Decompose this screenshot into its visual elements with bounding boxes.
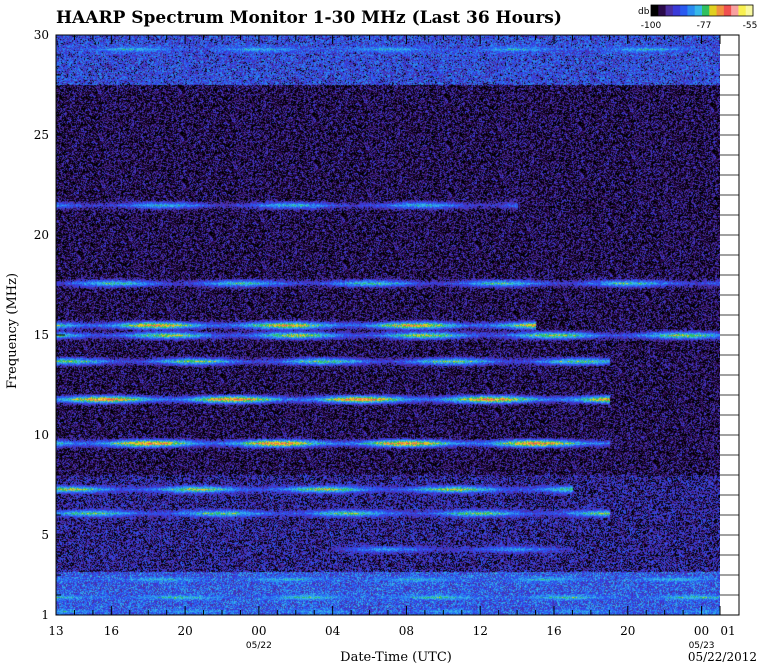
colorbar-swatch [665,5,674,16]
x-tick-label: 20 [620,624,635,638]
x-tick-label: 00 [694,624,709,638]
colorbar: db -100 -77 -55 [638,4,758,31]
y-tick-label: 1 [41,608,49,622]
colorbar-tick-max: -55 [743,21,758,31]
spectrogram-heatmap [56,35,720,615]
colorbar-swatch [745,5,754,16]
y-tick-label: 25 [34,128,49,142]
colorbar-swatch [738,5,747,16]
colorbar-swatch [694,5,703,16]
colorbar-tick-min: -100 [641,21,662,31]
x-tick-label: 04 [325,624,341,638]
colorbar-swatch [672,5,681,16]
x-tick-label: 01 [720,624,735,638]
x-tick-label: 13 [48,624,63,638]
x-tick-label: 00 [251,624,266,638]
spectrum-chart: HAARP Spectrum Monitor 1-30 MHz (Last 36… [5,4,758,665]
colorbar-swatch [716,5,725,16]
chart-title: HAARP Spectrum Monitor 1-30 MHz (Last 36… [56,8,562,28]
x-tick-label: 08 [399,624,414,638]
x-date-label: 05/22 [246,641,272,651]
colorbar-swatch [731,5,739,16]
colorbar-swatch [709,5,718,16]
colorbar-tick-mid: -77 [697,21,712,31]
x-tick-label: 16 [104,624,119,638]
x-axis-label: Date-Time (UTC) [340,650,452,665]
date-stamp: 05/22/2012 [688,650,757,664]
y-tick-label: 15 [34,328,49,342]
colorbar-swatch [723,5,732,16]
colorbar-swatch [680,5,688,16]
x-tick-label: 12 [473,624,488,638]
colorbar-label: db [638,7,650,17]
colorbar-swatch [702,5,710,16]
y-tick-label: 30 [34,28,49,42]
y-tick-label: 20 [34,228,49,242]
colorbar-swatch [687,5,696,16]
x-tick-label: 20 [177,624,192,638]
y-tick-label: 5 [41,528,49,542]
y-tick-label: 10 [34,428,49,442]
colorbar-swatch [658,5,667,16]
y-axis-label: Frequency (MHz) [5,273,20,389]
colorbar-swatch [651,5,659,16]
x-tick-label: 16 [546,624,561,638]
